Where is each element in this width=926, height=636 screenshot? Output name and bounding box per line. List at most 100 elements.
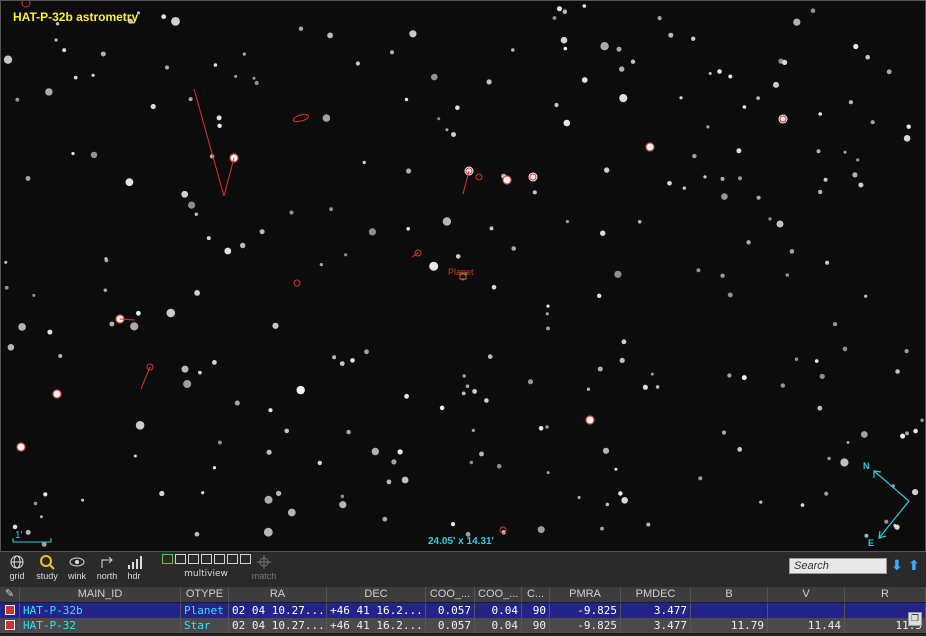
view-2-icon[interactable] (174, 554, 186, 564)
star (563, 46, 568, 51)
grid-button[interactable]: grid (0, 554, 34, 581)
star (708, 72, 712, 75)
view-4-icon[interactable] (187, 554, 199, 564)
star (545, 312, 549, 316)
col-v[interactable]: V (768, 587, 845, 602)
view-9-icon[interactable] (213, 554, 225, 564)
match-button[interactable]: match (247, 554, 281, 581)
star (45, 88, 53, 96)
star (554, 102, 559, 108)
col-c[interactable]: C... (522, 587, 550, 602)
star (486, 79, 492, 85)
col-coo-1[interactable]: COO_... (426, 587, 475, 602)
col-pmdec[interactable]: PMDEC (621, 587, 691, 602)
star (397, 449, 403, 455)
col-otype[interactable]: OTYPE (181, 587, 229, 602)
col-ra[interactable]: RA (229, 587, 327, 602)
star (560, 36, 568, 44)
cell-main-id[interactable]: HAT-P-32 (20, 618, 181, 633)
star (4, 285, 9, 290)
star (563, 119, 571, 127)
proper-motion-vector (462, 170, 470, 195)
star (368, 228, 376, 236)
study-button[interactable]: study (30, 554, 64, 581)
catalog-marker (21, 1, 31, 8)
star (194, 212, 198, 216)
view-12-icon[interactable] (226, 554, 238, 564)
star (616, 46, 622, 52)
star (843, 150, 847, 154)
table-header: ✎ MAIN_ID OTYPE RA DEC COO_... COO_... C… (0, 587, 926, 602)
star (275, 490, 282, 497)
star (264, 495, 273, 504)
star (479, 451, 484, 457)
star (472, 389, 477, 394)
row-checkbox[interactable] (5, 605, 15, 615)
star (429, 261, 439, 271)
hdr-button[interactable]: hdr (117, 554, 151, 581)
star (183, 380, 192, 388)
multiview-group: multiview (150, 554, 262, 579)
col-coo-2[interactable]: COO_... (475, 587, 522, 602)
wink-button[interactable]: wink (60, 554, 94, 581)
star (793, 18, 801, 26)
crosshair-icon (257, 555, 271, 569)
star (217, 440, 222, 445)
star (194, 290, 201, 296)
col-dec[interactable]: DEC (327, 587, 426, 602)
globe-grid-icon (10, 555, 24, 569)
star (691, 36, 696, 41)
star (537, 526, 545, 534)
star (853, 43, 859, 50)
view-6-icon[interactable] (200, 554, 212, 564)
star (817, 405, 823, 411)
star (605, 502, 609, 507)
star (600, 230, 606, 236)
star (296, 385, 305, 395)
view-1-icon[interactable] (161, 554, 173, 564)
star (212, 360, 217, 365)
cell-pmra: -9.825 (550, 618, 621, 633)
sky-view[interactable]: HAT-P-32b astrometry Planet 1' 24.05' x … (0, 0, 926, 552)
star (597, 293, 602, 298)
col-main-id[interactable]: MAIN_ID (20, 587, 181, 602)
star (15, 97, 20, 102)
star (33, 501, 38, 506)
col-pmra[interactable]: PMRA (550, 587, 621, 602)
cell-otype[interactable]: Planet (181, 603, 229, 618)
star (181, 365, 189, 373)
arrow-down-icon[interactable]: ⬇ (890, 558, 904, 574)
star (130, 322, 139, 331)
star (73, 75, 78, 80)
star (409, 30, 417, 38)
cell-otype[interactable]: Star (181, 618, 229, 633)
search-input[interactable]: Search (789, 558, 887, 574)
col-r[interactable]: R (845, 587, 926, 602)
arrow-up-icon[interactable]: ⬆ (907, 558, 921, 574)
star (785, 273, 790, 277)
star (206, 236, 211, 241)
star (650, 372, 654, 376)
star (166, 308, 176, 318)
star (642, 384, 648, 390)
catalog-marker (292, 113, 310, 123)
star (546, 326, 550, 331)
star (600, 42, 609, 51)
measurement-table: ✎ MAIN_ID OTYPE RA DEC COO_... COO_... C… (0, 587, 926, 636)
compass-north-label: N (863, 461, 870, 471)
star (489, 226, 494, 231)
star (782, 59, 788, 65)
cell-dec: +46 41 16.2... (327, 603, 426, 618)
star (780, 383, 785, 388)
col-b[interactable]: B (691, 587, 768, 602)
pin-icon[interactable]: ✎ (0, 587, 20, 602)
star (746, 240, 751, 245)
detach-panel-icon[interactable]: ❐ (908, 612, 922, 626)
wink-label: wink (67, 571, 86, 581)
cell-main-id[interactable]: HAT-P-32b (20, 603, 181, 618)
star (538, 426, 544, 431)
table-row[interactable]: HAT-P-32b Planet 02 04 10.27... +46 41 1… (0, 603, 926, 618)
table-row[interactable]: HAT-P-32 Star 02 04 10.27... +46 41 16.2… (0, 618, 926, 633)
row-checkbox[interactable] (5, 620, 15, 630)
cell-coo-1: 0.057 (426, 618, 475, 633)
